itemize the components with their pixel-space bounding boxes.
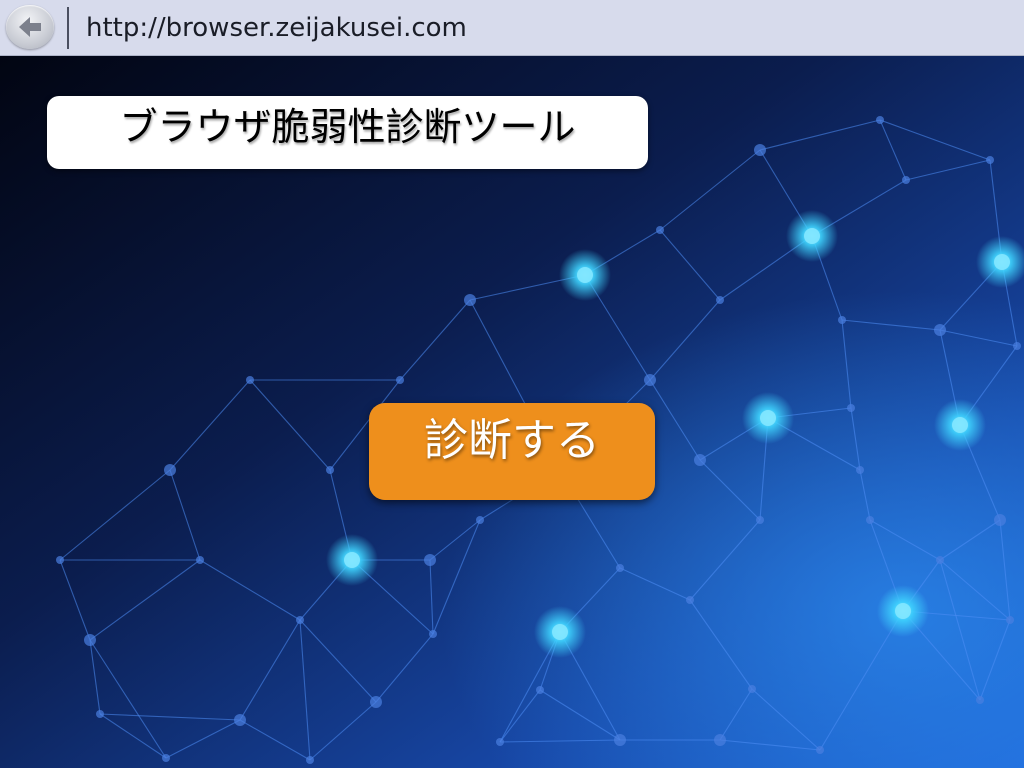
network-node bbox=[84, 634, 96, 646]
browser-bar: http://browser.zeijakusei.com bbox=[0, 0, 1024, 56]
network-node bbox=[96, 710, 104, 718]
network-node bbox=[496, 738, 504, 746]
network-node bbox=[56, 556, 64, 564]
network-node bbox=[856, 466, 864, 474]
network-node bbox=[976, 696, 984, 704]
network-node bbox=[429, 630, 437, 638]
network-node bbox=[234, 714, 246, 726]
address-divider bbox=[67, 7, 69, 49]
network-node bbox=[162, 754, 170, 762]
network-node bbox=[816, 746, 824, 754]
network-node bbox=[476, 516, 484, 524]
network-node bbox=[838, 316, 846, 324]
network-node bbox=[804, 228, 820, 244]
network-node bbox=[164, 464, 176, 476]
network-node bbox=[196, 556, 204, 564]
network-node bbox=[536, 686, 544, 694]
network-node bbox=[754, 144, 766, 156]
network-node bbox=[866, 516, 874, 524]
network-node bbox=[716, 296, 724, 304]
network-node bbox=[902, 176, 910, 184]
diagnose-button-label: 診断する bbox=[424, 415, 600, 466]
network-node bbox=[614, 734, 626, 746]
network-node bbox=[756, 516, 764, 524]
network-node bbox=[370, 696, 382, 708]
network-node bbox=[694, 454, 706, 466]
network-node bbox=[986, 156, 994, 164]
title-card: ブラウザ脆弱性診断ツール bbox=[47, 96, 648, 169]
network-node bbox=[616, 564, 624, 572]
network-node bbox=[644, 374, 656, 386]
network-node bbox=[936, 556, 944, 564]
network-node bbox=[1006, 616, 1014, 624]
diagnose-button[interactable]: 診断する bbox=[369, 403, 655, 500]
network-node bbox=[686, 596, 694, 604]
network-node bbox=[306, 756, 314, 764]
page-title: ブラウザ脆弱性診断ツール bbox=[119, 105, 576, 149]
network-node bbox=[246, 376, 254, 384]
network-node bbox=[464, 294, 476, 306]
arrow-left-icon bbox=[19, 17, 41, 37]
network-node bbox=[748, 685, 756, 693]
network-node bbox=[994, 254, 1010, 270]
network-node bbox=[396, 376, 404, 384]
address-bar-url[interactable]: http://browser.zeijakusei.com bbox=[86, 11, 467, 45]
network-node bbox=[296, 616, 304, 624]
network-node bbox=[1013, 342, 1021, 350]
network-node bbox=[934, 324, 946, 336]
network-node bbox=[952, 417, 968, 433]
network-node bbox=[876, 116, 884, 124]
network-node bbox=[847, 404, 855, 412]
network-node bbox=[326, 466, 334, 474]
network-node bbox=[344, 552, 360, 568]
network-node bbox=[577, 267, 593, 283]
network-node bbox=[714, 734, 726, 746]
network-node bbox=[656, 226, 664, 234]
network-node bbox=[994, 514, 1006, 526]
network-node bbox=[552, 624, 568, 640]
page: http://browser.zeijakusei.com ブラウザ脆弱性診断ツ… bbox=[0, 0, 1024, 768]
network-node bbox=[895, 603, 911, 619]
network-node bbox=[760, 410, 776, 426]
network-node bbox=[424, 554, 436, 566]
back-button[interactable] bbox=[6, 5, 54, 49]
